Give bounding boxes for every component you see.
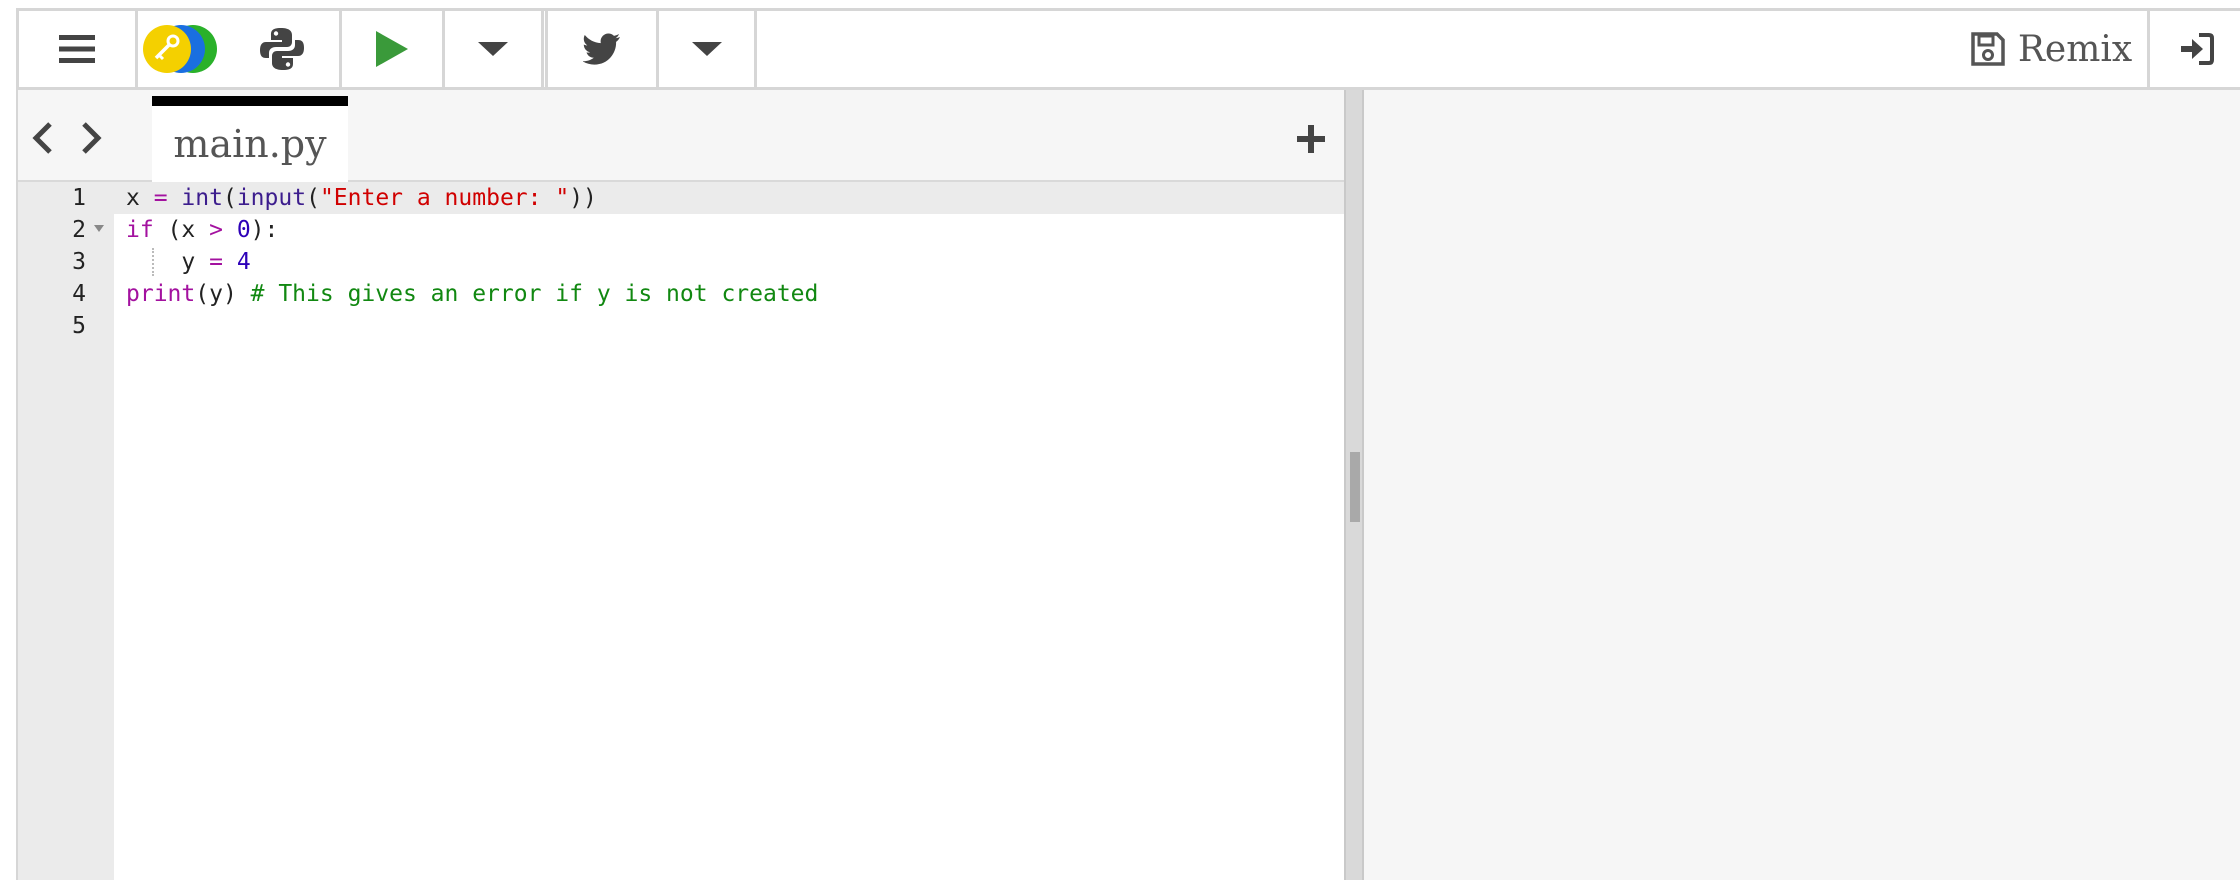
run-icon — [376, 31, 408, 67]
line-number: 4 — [72, 281, 86, 307]
chevron-down-icon — [692, 42, 722, 56]
editor-pane: main.py 1 2 3 4 5 x = int(input("Enter a… — [16, 90, 1346, 880]
run-button[interactable] — [342, 11, 442, 87]
prev-icon — [32, 122, 52, 154]
code-line[interactable]: y = 4 — [126, 246, 250, 278]
line-number: 5 — [72, 313, 86, 339]
next-file-button[interactable] — [76, 120, 106, 160]
toolbar: Remix — [16, 8, 2240, 90]
remix-button[interactable]: Remix — [1935, 11, 2167, 87]
tab-label: main.py — [173, 122, 327, 166]
key-logo-icon — [143, 25, 217, 73]
line-number: 1 — [72, 185, 86, 211]
code-line[interactable]: if (x > 0): — [126, 214, 278, 246]
prev-file-button[interactable] — [28, 120, 58, 160]
menu-icon — [59, 35, 95, 63]
login-button[interactable] — [2150, 11, 2240, 87]
language-button[interactable] — [222, 11, 342, 87]
line-number: 3 — [72, 249, 86, 275]
chevron-down-icon — [478, 42, 508, 56]
run-options-button[interactable] — [445, 11, 541, 87]
menu-button[interactable] — [19, 11, 135, 87]
save-icon — [1971, 32, 2005, 66]
twitter-icon — [583, 33, 620, 65]
logo — [138, 11, 222, 87]
code-line[interactable]: print(y) # This gives an error if y is n… — [126, 278, 818, 310]
file-tab-bar: main.py — [18, 90, 1346, 182]
share-options-button[interactable] — [659, 11, 755, 87]
splitter-grip[interactable] — [1350, 452, 1360, 522]
pane-splitter[interactable] — [1344, 90, 1364, 880]
code-line[interactable]: x = int(input("Enter a number: ")) — [126, 182, 597, 214]
next-icon — [82, 122, 102, 154]
login-icon — [2180, 33, 2214, 65]
python-icon — [260, 28, 304, 70]
line-number: 2 — [72, 217, 86, 243]
fold-marker-icon[interactable] — [94, 225, 104, 233]
plus-icon — [1297, 125, 1325, 153]
add-file-button[interactable] — [1296, 124, 1326, 158]
output-console[interactable] — [1364, 90, 2240, 880]
tab-main-py[interactable]: main.py — [152, 96, 348, 182]
remix-label: Remix — [2017, 28, 2133, 70]
share-twitter-button[interactable] — [548, 11, 656, 87]
